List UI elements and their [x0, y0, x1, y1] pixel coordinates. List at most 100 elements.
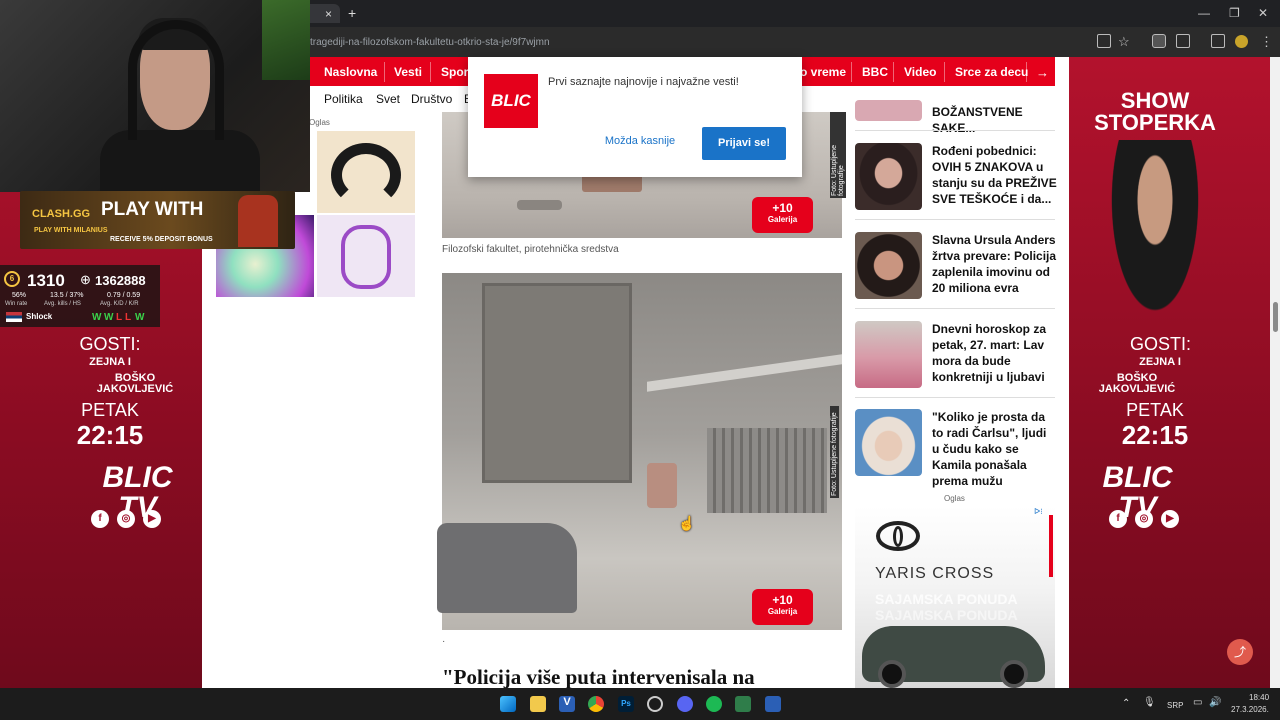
news-thumb-2[interactable] — [855, 232, 922, 299]
wall-poster — [262, 0, 310, 80]
news-thumb-3[interactable] — [855, 321, 922, 388]
media-icon[interactable] — [1211, 34, 1225, 48]
subscribe-button[interactable]: Prijavi se! — [702, 127, 786, 160]
nav-bbc[interactable]: BBC — [862, 65, 888, 79]
nav-vesti[interactable]: Vesti — [394, 65, 422, 79]
language-indicator[interactable]: SRP — [1167, 701, 1183, 710]
clock-date[interactable]: 27.3.2026. — [1231, 705, 1269, 714]
clock-time[interactable]: 18:40 — [1249, 693, 1269, 702]
page-scrollbar[interactable] — [1270, 57, 1280, 688]
toyota-logo-icon — [876, 521, 920, 551]
pdf-float-icon[interactable]: ⤴ — [1227, 639, 1253, 665]
facebook-icon[interactable]: f — [91, 510, 109, 528]
app-icon[interactable] — [706, 696, 722, 712]
promo-sub: PLAY WITH MILANIUS — [34, 227, 108, 234]
instagram-icon-right[interactable]: ◎ — [1135, 510, 1153, 528]
discord-icon[interactable] — [677, 696, 693, 712]
windows-start-icon[interactable] — [500, 696, 516, 712]
promo-title: PLAY WITH — [101, 199, 204, 220]
blic-logo: BLIC — [484, 74, 538, 128]
article-image-2[interactable] — [437, 273, 842, 630]
banner-guest1: ZEJNA I — [89, 356, 131, 368]
divider — [855, 308, 1055, 309]
toyota-model: YARIS CROSS — [875, 565, 995, 582]
network-icon[interactable]: ▭ — [1193, 697, 1202, 708]
window-frame — [482, 283, 632, 483]
extension-icon[interactable] — [1152, 34, 1166, 48]
band-icon — [341, 225, 391, 289]
new-tab-button[interactable]: + — [348, 5, 356, 21]
player-name: Shlock — [26, 312, 53, 321]
news-title-2[interactable]: Slavna Ursula Anders žrtva prevare: Poli… — [932, 232, 1057, 296]
news-title-4[interactable]: "Koliko je prosta da to radi Čarlsu", lj… — [932, 409, 1057, 489]
file-explorer-icon[interactable] — [530, 696, 546, 712]
nav-separator — [384, 62, 385, 82]
mic-icon[interactable]: 🎙 — [1143, 697, 1156, 708]
banner-guest2: BOŠKO JAKOVLJEVIĆ — [96, 372, 174, 395]
install-icon[interactable] — [1097, 34, 1111, 48]
news-title-partial[interactable]: BOŽANSTVENE SAKE... — [932, 104, 1057, 136]
extensions-puzzle-icon[interactable] — [1176, 34, 1190, 48]
debris — [647, 463, 677, 508]
news-title-3[interactable]: Dnevni horoskop za petak, 27. mart: Lav … — [932, 321, 1057, 385]
result-2: W — [104, 312, 114, 323]
stat-kills-value: 13.5 / 37% — [50, 292, 84, 299]
vpn-icon[interactable]: V — [559, 696, 575, 712]
result-4: L — [125, 312, 132, 323]
youtube-icon-right[interactable]: ▶ — [1161, 510, 1179, 528]
nav-arrow-icon[interactable]: → — [1036, 65, 1049, 80]
news-title-1[interactable]: Rođeni pobednici: OVIH 5 ZNAKOVA u stanj… — [932, 143, 1057, 207]
windows-taskbar — [0, 688, 1280, 720]
banner-show-title2: STOPERKA — [1094, 110, 1216, 135]
obs-icon[interactable] — [647, 696, 663, 712]
points-icon: ⊕ — [80, 272, 91, 287]
resistance-band-product-image[interactable] — [317, 215, 415, 297]
photo-credit-2: Foto: Ustupljene fotografije — [830, 406, 839, 498]
popup-message: Prvi saznajte najnovije i najvažne vesti… — [548, 76, 739, 88]
nav-video[interactable]: Video — [904, 65, 936, 79]
volume-icon[interactable]: 🔊 — [1209, 697, 1221, 708]
maximize-button[interactable]: ❐ — [1229, 6, 1240, 20]
subnav-politika[interactable]: Politika — [324, 92, 363, 106]
bookmark-star-icon[interactable]: ☆ — [1118, 34, 1130, 50]
tray-chevron-icon[interactable]: ⌃ — [1122, 698, 1130, 709]
news-thumb-partial[interactable] — [855, 100, 922, 121]
tab-close-button[interactable]: × — [325, 7, 332, 21]
subnav-svet[interactable]: Svet — [376, 92, 400, 106]
later-button[interactable]: Možda kasnije — [590, 135, 690, 153]
promo-brand: CLASH.GG — [32, 208, 91, 220]
profile-avatar[interactable] — [1235, 35, 1248, 48]
facebook-icon-right[interactable]: f — [1109, 510, 1127, 528]
calculator-icon[interactable] — [735, 696, 751, 712]
nav-vreme[interactable]: o vreme — [800, 65, 846, 79]
chair — [437, 523, 577, 613]
nav-separator — [893, 62, 894, 82]
instagram-icon[interactable]: ◎ — [117, 510, 135, 528]
adchoices-icon[interactable]: ᐅ⁝ — [1034, 507, 1043, 516]
banner-guest2-right: BOŠKO JAKOVLJEVIĆ — [1098, 372, 1176, 395]
headphones-product-image[interactable] — [317, 131, 415, 213]
menu-dots-icon[interactable]: ⋮ — [1260, 34, 1273, 50]
youtube-icon[interactable]: ▶ — [143, 510, 161, 528]
nav-separator — [1026, 62, 1027, 82]
photoshop-icon[interactable]: Ps — [618, 696, 634, 712]
minimize-button[interactable]: — — [1198, 6, 1210, 20]
subnav-drustvo[interactable]: Društvo — [411, 92, 452, 106]
gallery-button-2[interactable]: +10 Galerija — [752, 589, 813, 625]
banner-guest1-right: ZEJNA I — [1139, 356, 1181, 368]
close-window-button[interactable]: ✕ — [1258, 6, 1268, 20]
chrome-icon[interactable] — [588, 696, 604, 712]
ad-label-right: Oglas — [944, 494, 965, 503]
news-thumb-1[interactable] — [855, 143, 922, 210]
gallery-button-1[interactable]: +10 Galerija — [752, 197, 813, 233]
url-text[interactable]: tragediji-na-filozofskom-fakultetu-otkri… — [310, 37, 550, 48]
gallery-label-1: Galerija — [767, 215, 798, 224]
files-app-icon[interactable] — [765, 696, 781, 712]
scrollbar-thumb[interactable] — [1273, 302, 1278, 332]
news-thumb-4[interactable] — [855, 409, 922, 476]
banner-guests-label: GOSTI: — [79, 334, 141, 354]
toyota-promo-echo: SAJAMSKA PONUDA — [875, 607, 1018, 623]
nav-naslovna[interactable]: Naslovna — [324, 65, 377, 79]
banner-hosts-photo — [1100, 140, 1210, 340]
nav-srce-za-decu[interactable]: Srce za decu — [955, 65, 1028, 79]
